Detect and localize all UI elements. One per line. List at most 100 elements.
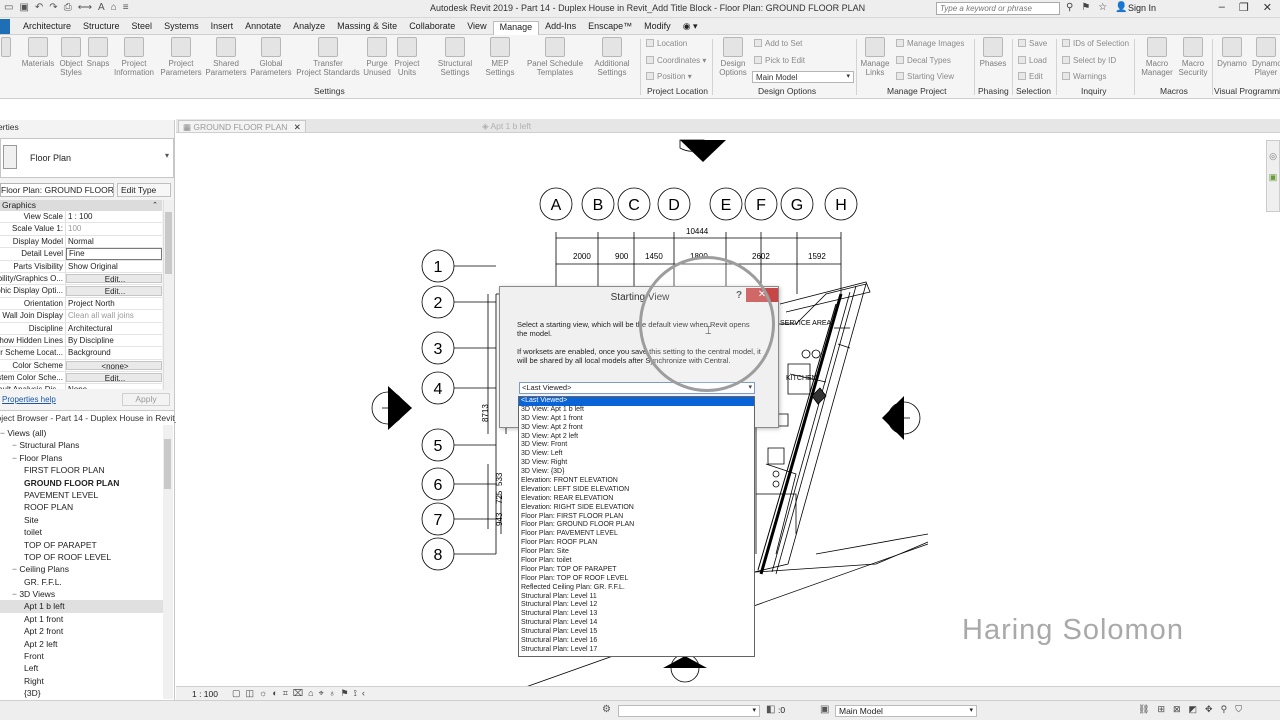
design-options-button[interactable]: Design Options (716, 37, 750, 77)
dropdown-option[interactable]: Floor Plan: FIRST FLOOR PLAN (519, 513, 754, 522)
sign-in-link[interactable]: Sign In (1128, 3, 1156, 13)
search-input[interactable]: Type a keyword or phrase (936, 2, 1060, 15)
save-selection-button[interactable]: Save (1018, 39, 1047, 48)
binoculars-icon[interactable]: ⚲ (1066, 2, 1073, 13)
edit-type-button[interactable]: Edit Type (117, 183, 171, 197)
thin-lines-icon[interactable]: ≡ (123, 2, 129, 13)
browser-item[interactable]: Right (0, 675, 163, 687)
dropdown-option[interactable]: Structural Plan: Level 14 (519, 619, 754, 628)
close-icon[interactable]: ✕ (294, 122, 301, 132)
view-scale[interactable]: 1 : 100 (192, 689, 218, 699)
browser-item[interactable]: − Ceiling Plans (0, 563, 163, 575)
dropdown-option[interactable]: <Last Viewed> (519, 397, 754, 406)
dropdown-option[interactable]: Reflected Ceiling Plan: GR. F.F.L. (519, 584, 754, 593)
browser-scrollbar[interactable] (163, 425, 173, 699)
grid-bubble-row[interactable]: 3 (421, 331, 455, 365)
dropdown-option[interactable]: Structural Plan: Level 16 (519, 637, 754, 646)
shared-parameters-button[interactable]: Shared Parameters (204, 37, 248, 77)
properties-help-link[interactable]: Properties help (2, 395, 56, 404)
pick-to-edit-button[interactable]: Pick to Edit (754, 56, 805, 65)
dropdown-option[interactable]: Floor Plan: Site (519, 548, 754, 557)
user-icon[interactable]: 👤 (1115, 2, 1127, 13)
browser-item[interactable]: GR. F.F.L. (0, 576, 163, 588)
ribbon-tab-annotate[interactable]: Annotate (239, 21, 287, 35)
ids-of-selection-button[interactable]: IDs of Selection (1062, 39, 1129, 48)
grid-bubble-row[interactable]: 5 (421, 428, 455, 462)
visual-style-icon[interactable]: ◫ (246, 688, 255, 699)
ribbon-tab-analyze[interactable]: Analyze (287, 21, 331, 35)
grid-bubble-row[interactable]: 7 (421, 502, 455, 536)
property-edit-button[interactable]: Edit... (66, 373, 162, 383)
ribbon-tab-steel[interactable]: Steel (126, 21, 159, 35)
steering-wheel-icon[interactable]: ◎ (1267, 151, 1279, 162)
dropdown-option[interactable]: Structural Plan: Level 13 (519, 610, 754, 619)
browser-item[interactable]: TOP OF PARAPET (0, 539, 163, 551)
property-value[interactable]: Clean all wall joins (66, 310, 162, 321)
dropdown-option[interactable]: 3D View: Apt 1 b left (519, 406, 754, 415)
browser-item[interactable]: Left (0, 662, 163, 674)
measure-icon[interactable]: ⟷ (78, 2, 92, 13)
manage-images-button[interactable]: Manage Images (896, 39, 964, 48)
manage-links-button[interactable]: Manage Links (860, 37, 890, 77)
dropdown-option[interactable]: 3D View: Apt 2 front (519, 424, 754, 433)
browser-item[interactable]: PAVEMENT LEVEL (0, 489, 163, 501)
graphics-group-header[interactable]: Graphics ⌃ (0, 200, 162, 211)
temporary-hide-icon[interactable]: ⌖ (319, 688, 324, 699)
dropdown-option[interactable]: 3D View: Front (519, 441, 754, 450)
edit-selection-button[interactable]: Edit (1018, 72, 1043, 81)
browser-item[interactable]: − Floor Plans (0, 452, 163, 464)
text-icon[interactable]: A (98, 2, 105, 13)
reveal-hidden-icon[interactable]: ♁ (329, 688, 336, 699)
starting-view-button[interactable]: Starting View (896, 72, 954, 81)
property-value[interactable]: 100 (66, 223, 162, 234)
elevation-marker-left[interactable] (371, 386, 412, 430)
browser-item[interactable]: − 3D Views (0, 588, 163, 600)
grid-bubble-col[interactable]: G (780, 187, 814, 221)
print-icon[interactable]: ⎙ (64, 2, 72, 13)
property-value[interactable]: 1 : 100 (66, 211, 162, 222)
subscription-icon[interactable]: ⚑ (1081, 2, 1090, 13)
ribbon-tab-systems[interactable]: Systems (158, 21, 205, 35)
position-button[interactable]: Position ▾ (646, 72, 692, 81)
dropdown-option[interactable]: Floor Plan: TOP OF PARAPET (519, 566, 754, 575)
property-value[interactable]: Show Original (66, 261, 162, 272)
grid-bubble-row[interactable]: 6 (421, 467, 455, 501)
load-selection-button[interactable]: Load (1018, 56, 1047, 65)
materials-button[interactable]: Materials (20, 37, 56, 68)
drag-elements-icon[interactable]: ✥ (1205, 704, 1213, 715)
property-value[interactable]: Normal (66, 236, 162, 247)
dropdown-option[interactable]: Elevation: LEFT SIDE ELEVATION (519, 486, 754, 495)
analytical-model-icon[interactable]: ⚑ (340, 688, 348, 699)
elevation-marker-right[interactable] (882, 396, 921, 440)
ribbon-tab-collaborate[interactable]: Collaborate (403, 21, 461, 35)
detail-level-icon[interactable]: ▢ (232, 688, 241, 699)
properties-scrollbar[interactable] (163, 200, 173, 390)
worksets-icon[interactable]: ⚙ (602, 704, 611, 715)
dropdown-option[interactable]: Structural Plan: Level 11 (519, 593, 754, 602)
property-value[interactable]: Project North (66, 298, 162, 309)
dropdown-option[interactable]: Floor Plan: ROOF PLAN (519, 539, 754, 548)
property-value[interactable]: By Discipline (66, 335, 162, 346)
navigation-bar[interactable]: ◎ ▣ (1266, 140, 1280, 212)
lock-3d-icon[interactable]: ⌂ (308, 688, 313, 699)
select-pinned-icon[interactable]: ⊠ (1173, 704, 1181, 715)
ribbon-tab-view[interactable]: View (461, 21, 492, 35)
browser-item[interactable]: Apt 1 b left (0, 600, 163, 613)
property-value[interactable]: Background (66, 347, 162, 358)
property-edit-button[interactable]: Edit... (66, 273, 162, 284)
project-information-button[interactable]: Project Information (110, 37, 158, 77)
dropdown-option[interactable]: 3D View: Apt 1 front (519, 415, 754, 424)
crop-view-icon[interactable]: ⌗ (283, 688, 288, 699)
panel-schedule-templates-button[interactable]: Panel Schedule Templates (524, 37, 586, 77)
elevation-marker-top[interactable] (679, 139, 726, 162)
ribbon-tab-structure[interactable]: Structure (77, 21, 126, 35)
browser-item[interactable]: Apt 2 left (0, 638, 163, 650)
select-links-icon[interactable]: ⛓ (1138, 704, 1149, 715)
browser-item[interactable]: − Views (all) (0, 427, 163, 439)
close-icon[interactable]: ✕ (1263, 1, 1272, 14)
dropdown-option[interactable]: Elevation: RIGHT SIDE ELEVATION (519, 504, 754, 513)
dropdown-option[interactable]: Elevation: FRONT ELEVATION (519, 477, 754, 486)
property-value[interactable]: None (66, 384, 162, 389)
browser-item[interactable]: Apt 2 front (0, 625, 163, 637)
property-edit-button[interactable]: <none> (66, 360, 162, 371)
